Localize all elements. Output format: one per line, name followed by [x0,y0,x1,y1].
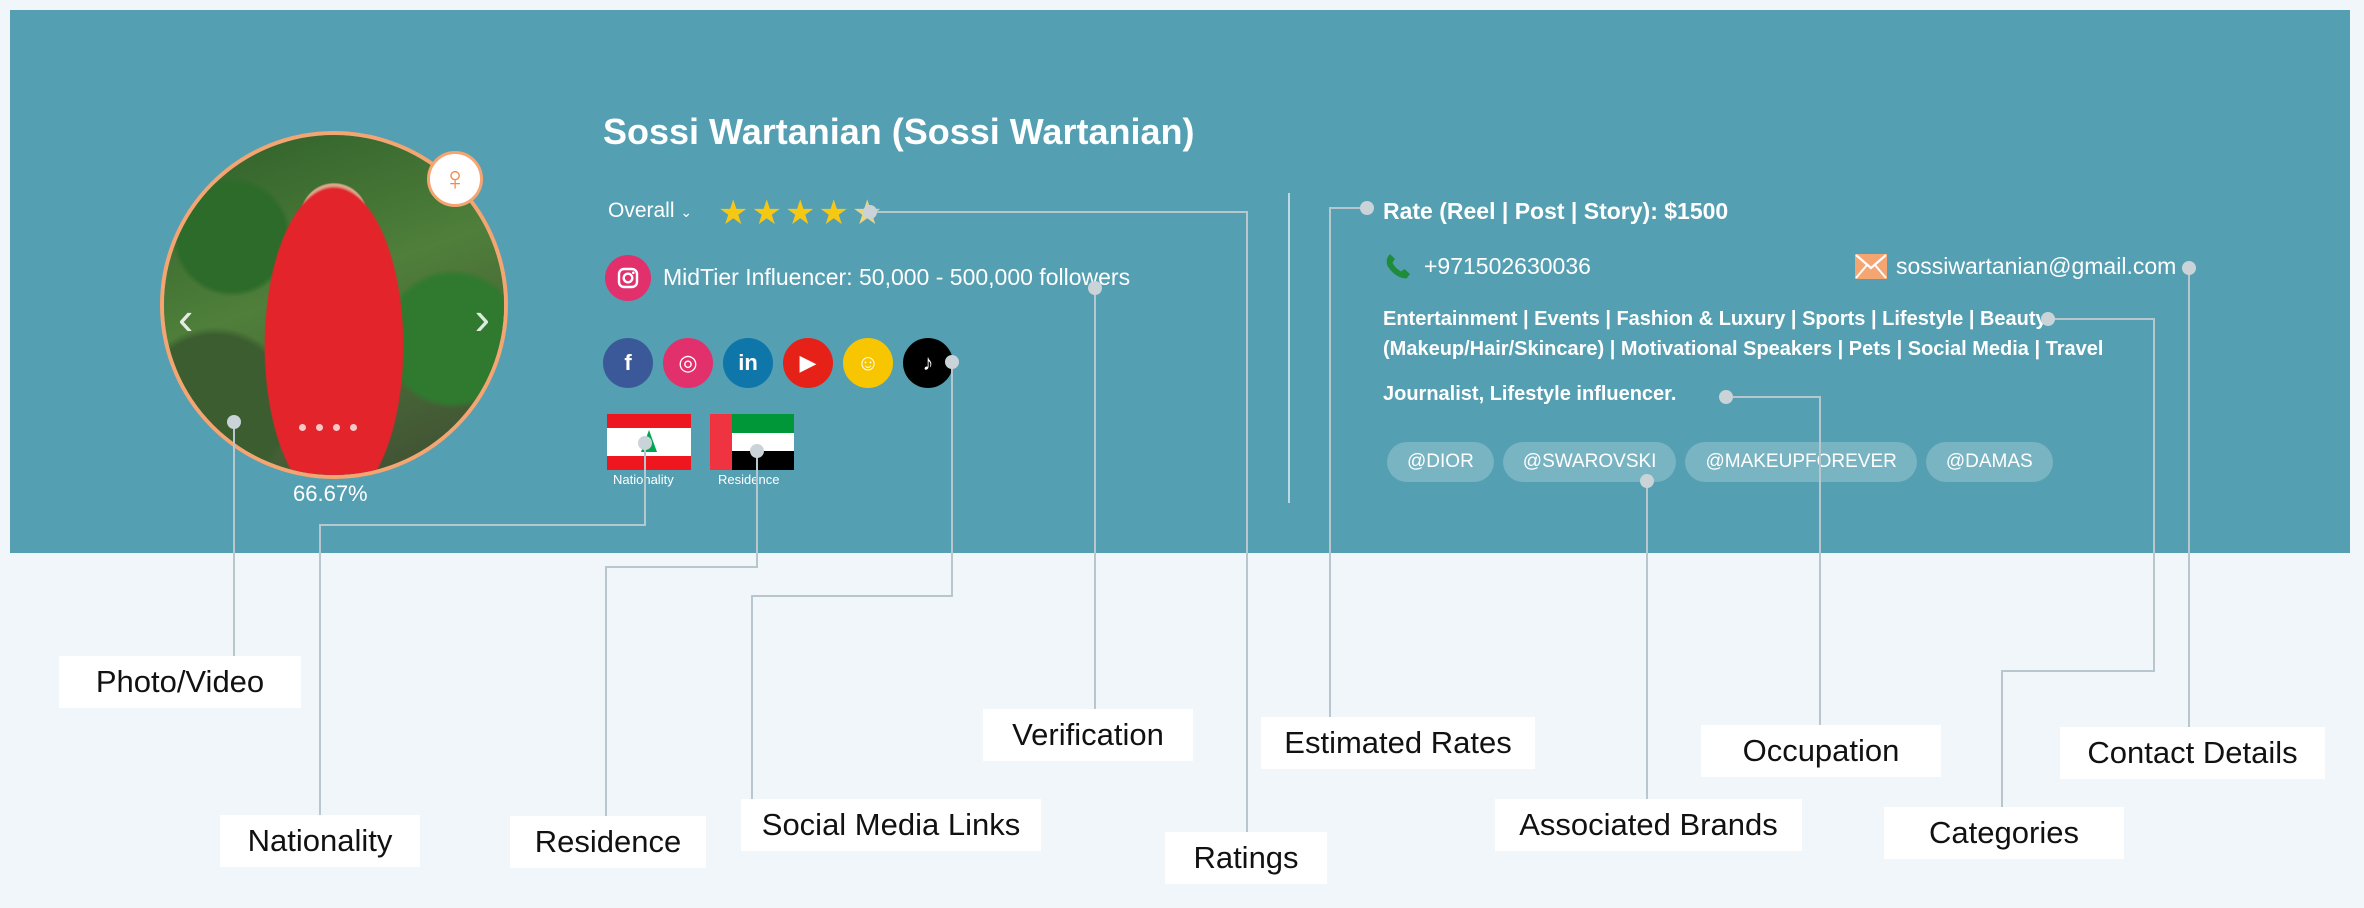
callout-leader-lines [227,201,2196,836]
callout-ratings: Ratings [1165,832,1327,884]
callout-contact-details: Contact Details [2060,727,2325,779]
callout-social-media-links: Social Media Links [741,799,1041,851]
callout-nationality: Nationality [220,815,420,867]
callout-estimated-rates: Estimated Rates [1261,717,1535,769]
callout-residence: Residence [510,816,706,868]
callout-verification: Verification [983,709,1193,761]
callout-occupation: Occupation [1701,725,1941,777]
callout-photo-video: Photo/Video [59,656,301,708]
callout-associated-brands: Associated Brands [1495,799,1802,851]
callout-categories: Categories [1884,807,2124,859]
